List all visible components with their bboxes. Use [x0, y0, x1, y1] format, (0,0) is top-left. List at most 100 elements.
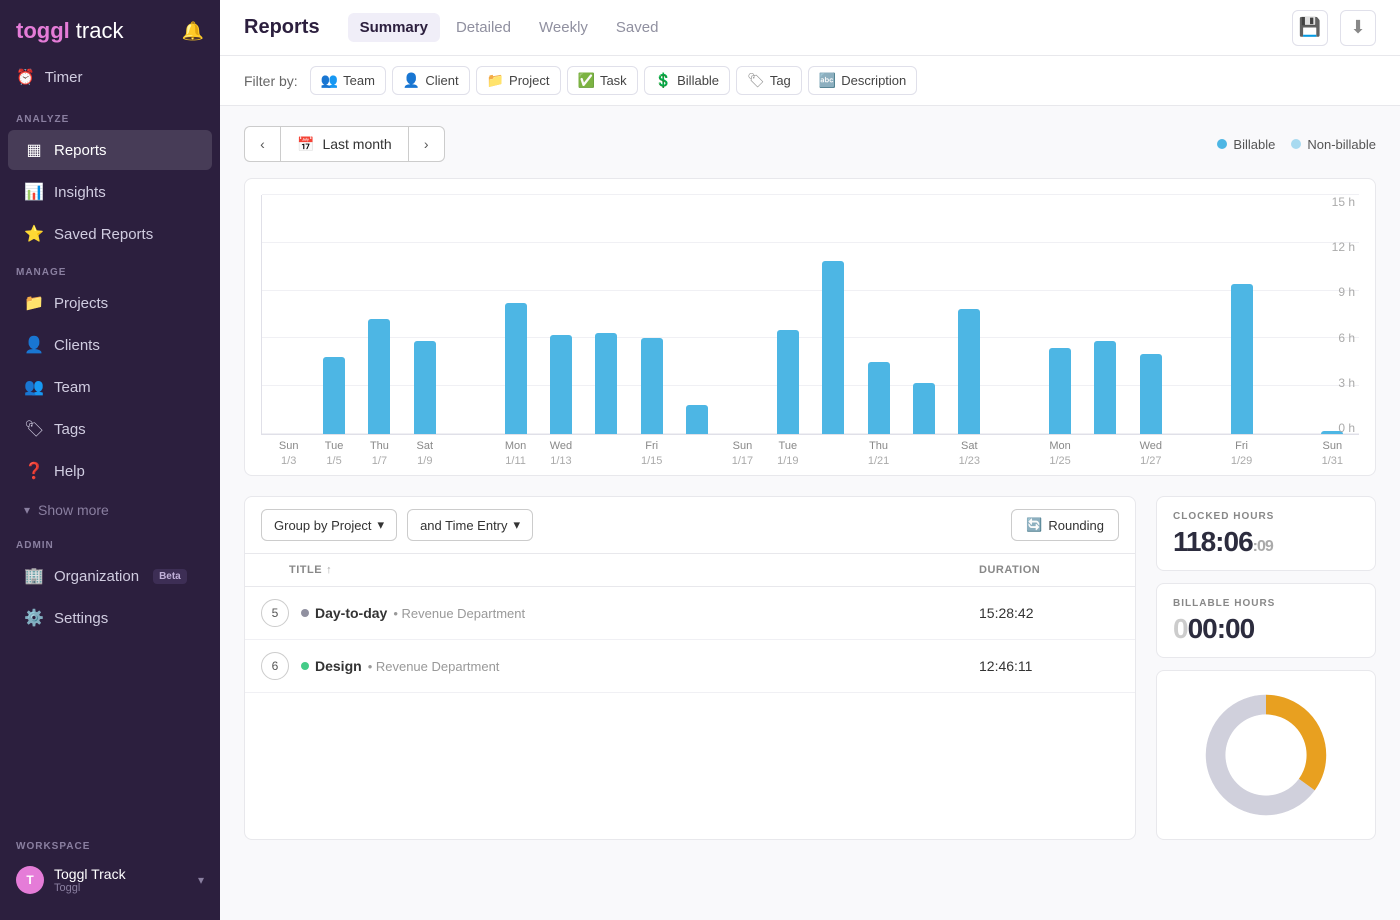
next-icon: ›	[424, 136, 429, 152]
save-icon: 💾	[1299, 17, 1321, 38]
sidebar-item-team[interactable]: 👥 Team	[8, 367, 212, 407]
workspace-chevron-icon: ▾	[198, 873, 204, 887]
clocked-main: 118:06	[1173, 526, 1253, 557]
insights-label: Insights	[54, 184, 106, 201]
title-col-header[interactable]: TITLE ↑	[289, 564, 979, 576]
chart-bar	[868, 362, 890, 434]
date-range-label-text: Last month	[322, 136, 391, 152]
chart-bar	[641, 338, 663, 434]
download-report-button[interactable]: ⬇	[1340, 10, 1376, 46]
bar-group: Fri1/15	[629, 195, 674, 434]
bar-group	[674, 195, 719, 434]
sidebar-item-insights[interactable]: 📊 Insights	[8, 172, 212, 212]
billable-hours-card: BILLABLE HOURS 000:00	[1156, 583, 1376, 658]
clients-icon: 👤	[24, 335, 44, 355]
bar-group	[992, 195, 1037, 434]
table-toolbar: Group by Project ▾ and Time Entry ▾ 🔄 Ro…	[245, 497, 1135, 554]
bar-group: Sun1/3	[266, 195, 311, 434]
tab-summary[interactable]: Summary	[348, 13, 440, 42]
projects-label: Projects	[54, 295, 108, 312]
chart-bars: Sun1/3Tue1/5Thu1/7Sat1/9Mon1/11Wed1/13Fr…	[261, 195, 1359, 435]
tab-saved[interactable]: Saved	[604, 13, 671, 42]
show-more-button[interactable]: ▾ Show more	[0, 492, 220, 528]
sidebar: toggl track 🔔 ⏰ Timer ANALYZE ▦ Reports …	[0, 0, 220, 920]
y-label: 12 h	[1332, 240, 1359, 254]
download-icon: ⬇	[1350, 17, 1365, 38]
sidebar-item-organization[interactable]: 🏢 Organization Beta	[8, 556, 212, 596]
report-tabs: SummaryDetailedWeeklySaved	[348, 13, 671, 42]
filter-client-button[interactable]: 👤Client	[392, 66, 470, 95]
bar-group	[1264, 195, 1309, 434]
chart-bar	[1049, 348, 1071, 434]
table-row[interactable]: 6 Design • Revenue Department 12:46:11	[245, 640, 1135, 693]
bar-group: Thu1/7	[357, 195, 402, 434]
date-range-selector[interactable]: 📅 Last month	[280, 126, 409, 162]
nonbillable-legend-item: Non-billable	[1291, 137, 1376, 152]
bar-label: Thu1/21	[868, 439, 889, 468]
group-by-dropdown[interactable]: Group by Project ▾	[261, 509, 397, 541]
tab-weekly[interactable]: Weekly	[527, 13, 600, 42]
filter-team-button[interactable]: 👥Team	[310, 66, 386, 95]
notification-bell-icon[interactable]: 🔔	[182, 21, 204, 42]
sidebar-item-projects[interactable]: 📁 Projects	[8, 283, 212, 323]
project-dot	[301, 609, 309, 617]
bar-chart: Sun1/3Tue1/5Thu1/7Sat1/9Mon1/11Wed1/13Fr…	[244, 178, 1376, 476]
stats-panel: CLOCKED HOURS 118:06:09 BILLABLE HOURS 0…	[1156, 496, 1376, 840]
bar-group: Wed1/13	[538, 195, 583, 434]
chart-bar	[1231, 284, 1253, 434]
bar-label: Sun1/3	[279, 439, 299, 468]
and-time-entry-dropdown[interactable]: and Time Entry ▾	[407, 509, 533, 541]
sidebar-item-clients[interactable]: 👤 Clients	[8, 325, 212, 365]
bar-group: Sat1/9	[402, 195, 447, 434]
clocked-hours-label: CLOCKED HOURS	[1173, 511, 1359, 522]
sidebar-item-settings[interactable]: ⚙️ Settings	[8, 598, 212, 638]
chart-legend: Billable Non-billable	[1217, 137, 1376, 152]
and-chevron-icon: ▾	[514, 517, 521, 533]
y-label: 9 h	[1332, 285, 1359, 299]
date-range-row: ‹ 📅 Last month › Billable Non-billable	[244, 126, 1376, 162]
sidebar-item-saved-reports[interactable]: ⭐ Saved Reports	[8, 214, 212, 254]
save-report-button[interactable]: 💾	[1292, 10, 1328, 46]
project-name: Day-to-day	[315, 605, 387, 621]
report-table: Group by Project ▾ and Time Entry ▾ 🔄 Ro…	[244, 496, 1136, 840]
table-header: TITLE ↑ DURATION	[245, 554, 1135, 587]
billable-legend-item: Billable	[1217, 137, 1275, 152]
billable-legend-dot	[1217, 139, 1227, 149]
bar-label: Sat1/9	[417, 439, 434, 468]
filter-tag-button[interactable]: 🏷Tag	[736, 66, 802, 95]
sidebar-item-reports[interactable]: ▦ Reports	[8, 130, 212, 170]
prev-date-button[interactable]: ‹	[244, 126, 280, 162]
filter-task-button[interactable]: ✅Task	[567, 66, 638, 95]
bar-label: Sun1/31	[1322, 439, 1343, 468]
report-content: ‹ 📅 Last month › Billable Non-billable	[220, 106, 1400, 920]
timer-nav-item[interactable]: ⏰ Timer	[0, 58, 220, 102]
bar-group: Sat1/23	[947, 195, 992, 434]
filter-description-button[interactable]: 🔤Description	[808, 66, 917, 95]
bar-group: Wed1/27	[1128, 195, 1173, 434]
reports-icon: ▦	[24, 140, 44, 160]
next-date-button[interactable]: ›	[409, 126, 445, 162]
donut-chart-card	[1156, 670, 1376, 840]
group-by-chevron-icon: ▾	[378, 517, 385, 533]
rounding-button[interactable]: 🔄 Rounding	[1011, 509, 1119, 541]
team-label: Team	[54, 379, 91, 396]
bar-label: Mon1/25	[1049, 439, 1070, 468]
chart-bar	[913, 383, 935, 434]
chart-bar	[958, 309, 980, 434]
analyze-section-label: ANALYZE	[0, 102, 220, 129]
workspace-section-label: WORKSPACE	[0, 829, 220, 856]
sidebar-item-tags[interactable]: 🏷 Tags	[8, 409, 212, 449]
client-name: • Revenue Department	[393, 606, 525, 621]
group-by-label: Group by Project	[274, 518, 372, 533]
sidebar-item-help[interactable]: ❓ Help	[8, 451, 212, 491]
filter-billable-button[interactable]: 💲Billable	[644, 66, 730, 95]
table-row[interactable]: 5 Day-to-day • Revenue Department 15:28:…	[245, 587, 1135, 640]
row-title: Day-to-day • Revenue Department	[301, 605, 979, 621]
filter-project-button[interactable]: 📁Project	[476, 66, 561, 95]
filter-by-label: Filter by:	[244, 73, 298, 89]
page-title: Reports	[244, 16, 320, 39]
settings-label: Settings	[54, 610, 108, 627]
row-badge: 6	[261, 652, 289, 680]
tab-detailed[interactable]: Detailed	[444, 13, 523, 42]
workspace-item[interactable]: T Toggl Track Toggl ▾	[0, 856, 220, 904]
